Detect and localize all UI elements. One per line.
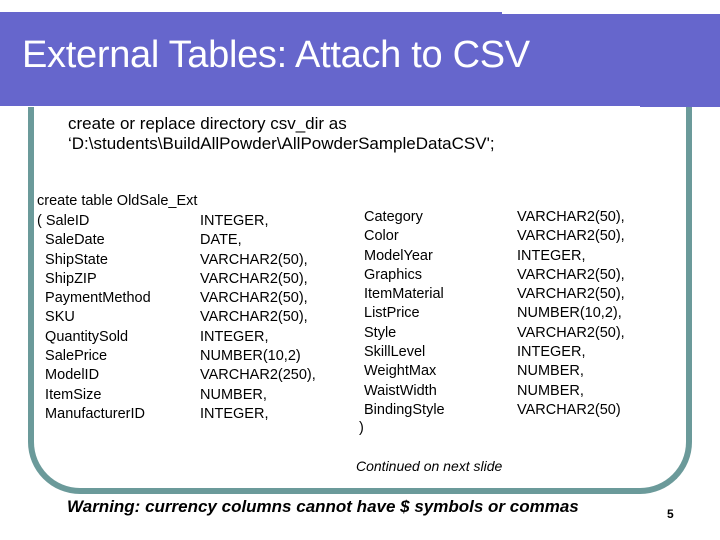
column-type: NUMBER, bbox=[517, 363, 584, 380]
column-name: ItemSize bbox=[37, 386, 102, 403]
column-type: INTEGER, bbox=[200, 405, 269, 422]
title-band-notch bbox=[502, 12, 720, 14]
column-type: VARCHAR2(50), bbox=[517, 286, 625, 303]
directory-statement-line-2: ‘D:\students\BuildAllPowder\AllPowderSam… bbox=[68, 134, 495, 153]
column-name: ManufacturerID bbox=[37, 405, 145, 422]
column-name: Color bbox=[364, 228, 399, 245]
column-name: SkillLevel bbox=[364, 344, 426, 361]
closing-paren: ) bbox=[359, 420, 364, 436]
column-type: VARCHAR2(50), bbox=[200, 270, 308, 287]
slide-title: External Tables: Attach to CSV bbox=[22, 34, 530, 76]
page-number: 5 bbox=[667, 507, 674, 521]
directory-statement-line-1: create or replace directory csv_dir as bbox=[68, 114, 347, 133]
column-type: INTEGER, bbox=[517, 247, 586, 264]
column-type: VARCHAR2(50), bbox=[517, 266, 625, 283]
left-column-types: INTEGER, DATE, VARCHAR2(50), VARCHAR2(50), V… bbox=[200, 212, 316, 424]
column-type: DATE, bbox=[200, 232, 242, 249]
column-type: VARCHAR2(250), bbox=[200, 367, 316, 384]
column-name: SalePrice bbox=[37, 348, 108, 365]
create-table-header: create table OldSale_Ext bbox=[37, 193, 198, 209]
column-name: ModelYear bbox=[364, 247, 433, 264]
column-name: ShipZIP bbox=[37, 270, 97, 287]
column-type: VARCHAR2(50), bbox=[200, 290, 308, 307]
column-name: ListPrice bbox=[364, 305, 420, 322]
column-name: ItemMaterial bbox=[364, 286, 444, 303]
column-name: QuantitySold bbox=[37, 328, 129, 345]
column-type: INTEGER, bbox=[200, 328, 269, 345]
column-name: SKU bbox=[37, 309, 75, 326]
column-name: Style bbox=[364, 324, 397, 341]
column-type: INTEGER, bbox=[517, 344, 586, 361]
column-name: BindingStyle bbox=[364, 401, 445, 418]
title-band: External Tables: Attach to CSV bbox=[0, 12, 720, 110]
column-type: VARCHAR2(50), bbox=[200, 309, 308, 326]
column-type: NUMBER, bbox=[200, 386, 267, 403]
column-name: ShipState bbox=[37, 251, 108, 268]
column-type: VARCHAR2(50) bbox=[517, 401, 621, 418]
left-column-names: ( SaleID SaleDate ShipState ShipZIP Paym… bbox=[37, 212, 151, 424]
column-type: INTEGER, bbox=[200, 213, 269, 229]
column-type: NUMBER(10,2), bbox=[517, 305, 622, 322]
column-name: ModelID bbox=[37, 367, 100, 384]
continued-note: Continued on next slide bbox=[356, 458, 503, 474]
column-name: WaistWidth bbox=[364, 382, 437, 399]
column-name: SaleDate bbox=[37, 232, 105, 249]
column-type: NUMBER(10,2) bbox=[200, 348, 301, 365]
right-column-names: Category Color ModelYear Graphics ItemMateri… bbox=[364, 208, 445, 420]
column-name: ( SaleID bbox=[37, 213, 90, 229]
column-name: PaymentMethod bbox=[37, 290, 151, 307]
column-type: VARCHAR2(50), bbox=[517, 209, 625, 225]
column-type: VARCHAR2(50), bbox=[517, 324, 625, 341]
column-type: VARCHAR2(50), bbox=[200, 251, 308, 268]
right-column-types: VARCHAR2(50), VARCHAR2(50), INTEGER, VARCHA… bbox=[517, 208, 625, 420]
column-name: Category bbox=[364, 209, 423, 225]
column-type: VARCHAR2(50), bbox=[517, 228, 625, 245]
warning-note: Warning: currency columns cannot have $ … bbox=[67, 497, 579, 516]
column-name: Graphics bbox=[364, 266, 423, 283]
column-name: WeightMax bbox=[364, 363, 437, 380]
column-type: NUMBER, bbox=[517, 382, 584, 399]
